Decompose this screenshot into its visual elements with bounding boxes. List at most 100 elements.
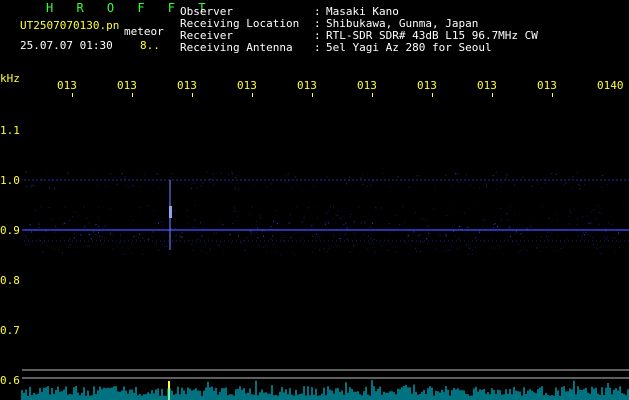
noise-dot: [43, 207, 45, 209]
noise-dot: [449, 208, 451, 210]
noise-dot: [195, 238, 197, 240]
noise-dot: [335, 222, 337, 224]
noise-dot: [394, 245, 396, 247]
noise-dot: [331, 245, 333, 247]
noise-dot: [325, 212, 327, 214]
noise-dot: [579, 187, 581, 189]
noise-dot: [445, 251, 446, 253]
noise-dot: [118, 242, 120, 244]
noise-dot: [116, 183, 118, 185]
noise-dot: [421, 218, 423, 220]
noise-dot: [618, 232, 619, 234]
noise-dot: [614, 237, 616, 239]
noise-dot: [492, 227, 494, 229]
noise-dot: [536, 237, 538, 238]
noise-dot: [452, 230, 454, 232]
noise-dot: [97, 184, 99, 186]
noise-dot: [127, 244, 129, 246]
noise-dot: [290, 236, 292, 238]
noise-dot: [466, 244, 467, 246]
noise-dot: [446, 215, 448, 217]
noise-dot: [515, 231, 517, 233]
noise-dot: [364, 223, 366, 225]
noise-dot: [181, 233, 183, 235]
noise-dot: [155, 241, 157, 243]
noise-dot: [324, 223, 326, 225]
noise-dot: [334, 243, 336, 245]
noise-dot: [555, 173, 557, 175]
noise-dot: [458, 238, 460, 240]
noise-dot: [194, 227, 196, 228]
noise-dot: [181, 232, 183, 234]
noise-dot: [611, 237, 613, 239]
noise-dot: [171, 173, 173, 175]
noise-dot: [410, 240, 412, 242]
noise-dot: [370, 238, 372, 240]
noise-dot: [312, 251, 313, 253]
noise-dot: [234, 208, 236, 210]
noise-dot: [93, 231, 94, 233]
noise-dot: [623, 234, 625, 236]
noise-dot: [467, 245, 469, 247]
noise-dot: [510, 206, 512, 208]
noise-dot: [581, 238, 583, 240]
noise-dot: [65, 207, 67, 209]
noise-dot: [579, 185, 581, 186]
noise-dot: [318, 233, 319, 235]
noise-dot: [545, 236, 547, 238]
noise-dot: [99, 235, 101, 237]
noise-dot: [593, 246, 595, 248]
noise-dot: [600, 246, 601, 248]
noise-dot: [350, 217, 352, 219]
noise-dot: [398, 247, 400, 249]
noise-dot: [453, 243, 455, 245]
noise-dot: [68, 246, 70, 248]
noise-dot: [322, 234, 324, 236]
noise-dot: [526, 250, 528, 251]
noise-dot: [67, 172, 69, 174]
noise-dot: [554, 249, 556, 251]
noise-dot: [131, 243, 132, 245]
noise-dot: [451, 184, 453, 186]
noise-dot: [308, 206, 310, 208]
noise-dot: [568, 215, 570, 217]
noise-dot: [326, 176, 328, 178]
noise-dot: [446, 249, 448, 251]
spectrogram-plot: [21, 171, 629, 400]
noise-dot: [565, 182, 567, 184]
noise-dot: [105, 185, 107, 187]
noise-dot: [234, 206, 235, 208]
noise-dot: [101, 239, 103, 240]
noise-dot: [577, 235, 579, 237]
noise-dot: [234, 188, 236, 190]
noise-dot: [367, 248, 369, 250]
noise-dot: [333, 234, 335, 236]
noise-dot: [191, 227, 193, 229]
noise-dot: [179, 235, 181, 237]
noise-dot: [293, 254, 295, 256]
noise-dot: [106, 235, 107, 236]
noise-dot: [614, 241, 616, 243]
noise-dot: [419, 251, 421, 252]
noise-dot: [100, 243, 102, 245]
noise-dot: [83, 233, 85, 235]
noise-dot: [607, 222, 609, 224]
noise-dot: [514, 184, 515, 186]
noise-dot: [479, 188, 481, 189]
noise-dot: [552, 172, 554, 174]
noise-dot: [252, 206, 253, 207]
noise-dot: [230, 241, 232, 243]
noise-dot: [236, 216, 238, 218]
noise-dot: [98, 207, 100, 209]
noise-dot: [228, 183, 230, 185]
noise-dot: [313, 206, 315, 208]
noise-dot: [457, 248, 459, 250]
noise-dot: [142, 237, 144, 239]
noise-dot: [426, 238, 428, 240]
noise-dot: [467, 253, 469, 255]
noise-dot: [64, 222, 66, 224]
noise-dot: [156, 173, 158, 175]
noise-dot: [120, 234, 122, 236]
noise-dot: [231, 173, 233, 175]
noise-dot: [509, 226, 511, 228]
